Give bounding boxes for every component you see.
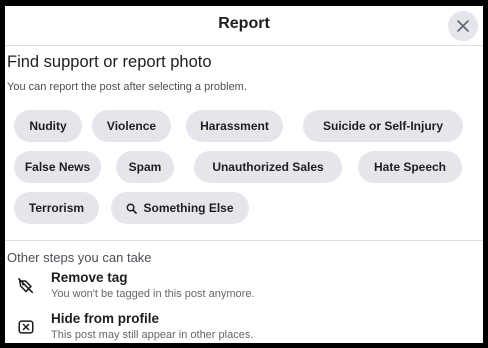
close-button[interactable] — [448, 11, 478, 41]
report-dialog: Report Find support or report photo You … — [5, 6, 483, 343]
hide-from-profile-option[interactable]: Hide from profile This post may still ap… — [5, 311, 483, 343]
remove-tag-description: You won't be tagged in this post anymore… — [51, 288, 255, 300]
hide-from-profile-description: This post may still appear in other plac… — [51, 329, 254, 341]
chip-row-2: False News Spam Unauthorized Sales Hate … — [5, 151, 483, 183]
dialog-header: Report — [5, 6, 483, 46]
remove-tag-label: Remove tag — [51, 270, 128, 285]
chip-row-3: Terrorism Something Else — [5, 192, 483, 224]
chip-nudity[interactable]: Nudity — [14, 110, 82, 142]
other-steps-title: Other steps you can take — [7, 250, 152, 265]
search-icon — [126, 203, 138, 214]
chip-unauthorized-sales[interactable]: Unauthorized Sales — [194, 151, 342, 183]
section-divider — [5, 240, 483, 241]
chip-suicide-self-injury[interactable]: Suicide or Self-Injury — [303, 110, 463, 142]
chip-false-news[interactable]: False News — [14, 151, 101, 183]
section-subheading: You can report the post after selecting … — [7, 81, 247, 93]
chip-something-else[interactable]: Something Else — [111, 192, 249, 224]
chip-harassment[interactable]: Harassment — [186, 110, 283, 142]
chip-spam[interactable]: Spam — [116, 151, 174, 183]
chip-hate-speech[interactable]: Hate Speech — [358, 151, 462, 183]
remove-tag-option[interactable]: Remove tag You won't be tagged in this p… — [5, 270, 483, 308]
hide-box-icon — [15, 316, 37, 338]
hide-from-profile-label: Hide from profile — [51, 311, 160, 326]
dialog-title: Report — [218, 15, 270, 32]
chip-terrorism[interactable]: Terrorism — [14, 192, 99, 224]
section-heading: Find support or report photo — [7, 53, 212, 71]
chip-something-else-label: Something Else — [143, 201, 234, 215]
chip-row-1: Nudity Violence Harassment Suicide or Se… — [5, 110, 483, 142]
close-icon — [457, 20, 469, 32]
chip-violence[interactable]: Violence — [92, 110, 171, 142]
tag-remove-icon — [15, 275, 37, 297]
